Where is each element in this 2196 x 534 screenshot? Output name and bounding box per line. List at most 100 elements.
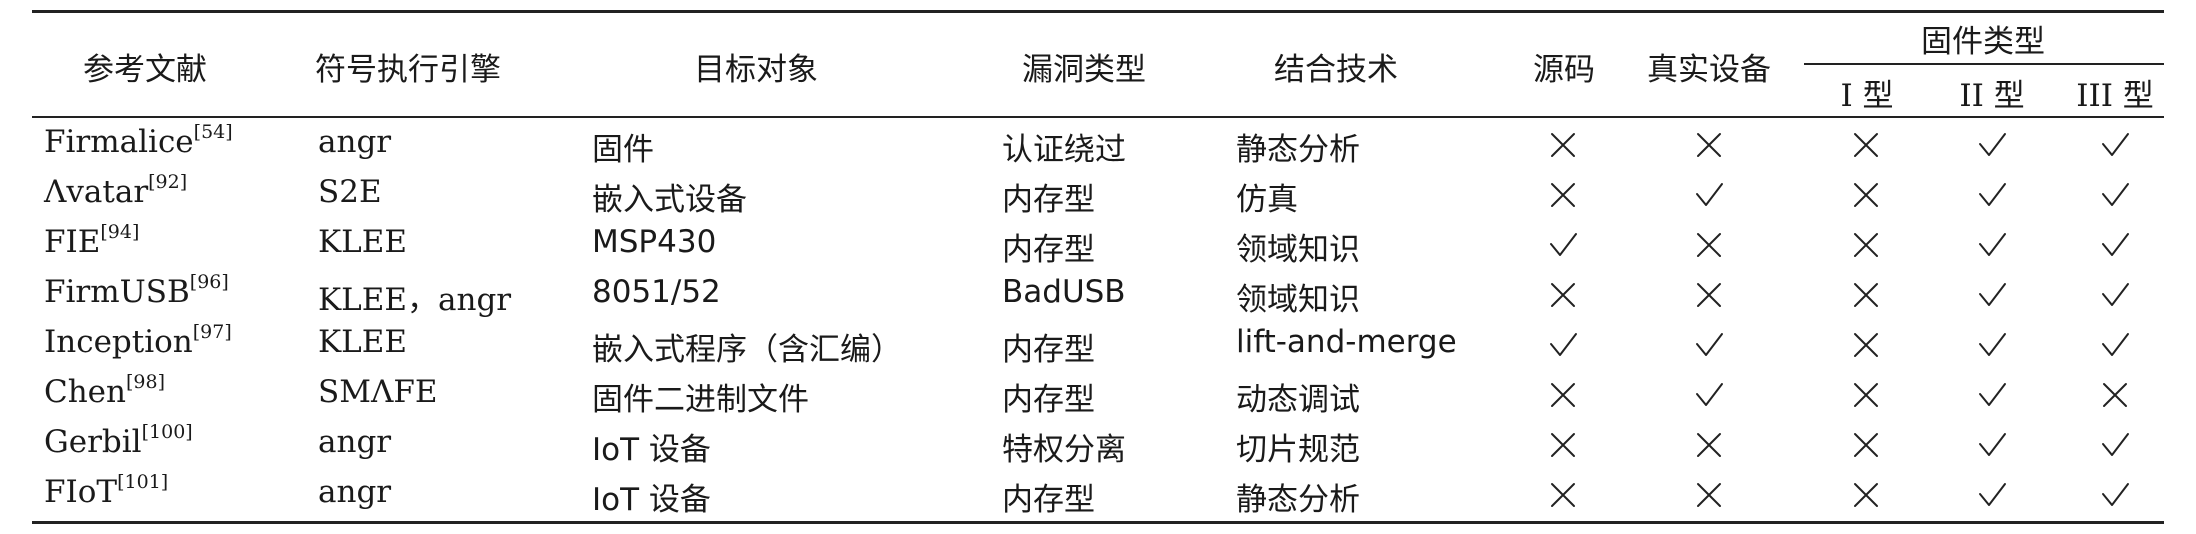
citation-number: [97] <box>192 321 232 343</box>
check-icon <box>1975 278 2009 312</box>
vuln-cell: BadUSB <box>1002 274 1126 310</box>
vuln-cell: 内存型 <box>1002 232 1095 268</box>
fw-type-underline <box>1804 63 2164 65</box>
reference-cell: FIoT[101] <box>44 471 169 511</box>
target-cell: IoT 设备 <box>592 482 711 518</box>
check-icon <box>2098 328 2132 362</box>
header-fw-type: 固件类型 <box>1921 24 2045 60</box>
reference-cell: FirmUSB[96] <box>44 271 229 311</box>
check-icon <box>2098 278 2132 312</box>
tech-cell: 动态调试 <box>1236 382 1360 418</box>
target-cell: 8051/52 <box>592 274 721 310</box>
engine-cell: angr <box>318 424 392 460</box>
tech-cell: 静态分析 <box>1236 132 1360 168</box>
header-type3: III 型 <box>2076 78 2154 114</box>
check-icon <box>2098 178 2132 212</box>
vuln-cell: 内存型 <box>1002 332 1095 368</box>
check-icon <box>1692 378 1726 412</box>
reference-cell: Inception[97] <box>44 321 232 361</box>
cross-icon <box>1849 278 1883 312</box>
reference-cell: Chen[98] <box>44 371 166 411</box>
tech-cell: 领域知识 <box>1236 232 1360 268</box>
citation-number: [100] <box>141 421 193 443</box>
target-cell: 固件二进制文件 <box>592 382 809 418</box>
target-cell: IoT 设备 <box>592 432 711 468</box>
reference-cell: Firmalice[54] <box>44 121 233 161</box>
header-tech: 结合技术 <box>1274 52 1398 88</box>
engine-cell: KLEE <box>318 224 408 260</box>
cross-icon <box>1849 328 1883 362</box>
tech-cell: 仿真 <box>1236 182 1298 218</box>
citation-number: [94] <box>100 221 140 243</box>
check-icon <box>2098 128 2132 162</box>
check-icon <box>1975 378 2009 412</box>
reference-name: FirmUSB <box>44 274 190 310</box>
cross-icon <box>1546 128 1580 162</box>
header-ref: 参考文献 <box>83 52 207 88</box>
citation-number: [92] <box>148 171 188 193</box>
reference-cell: Gerbil[100] <box>44 421 193 461</box>
tech-cell: 切片规范 <box>1236 432 1360 468</box>
engine-cell: angr <box>318 124 392 160</box>
cross-icon <box>1849 228 1883 262</box>
vuln-cell: 认证绕过 <box>1002 132 1126 168</box>
engine-cell: angr <box>318 474 392 510</box>
cross-icon <box>1692 278 1726 312</box>
check-icon <box>1692 328 1726 362</box>
check-icon <box>1975 478 2009 512</box>
cross-icon <box>1849 378 1883 412</box>
citation-number: [101] <box>117 471 169 493</box>
check-icon <box>1546 328 1580 362</box>
cross-icon <box>1692 428 1726 462</box>
header-vuln: 漏洞类型 <box>1022 52 1146 88</box>
engine-cell: S2E <box>318 174 382 210</box>
reference-name: Chen <box>44 374 126 410</box>
check-icon <box>2098 428 2132 462</box>
cross-icon <box>1546 428 1580 462</box>
header-rule <box>32 116 2164 118</box>
reference-name: FIoT <box>44 474 118 510</box>
cross-icon <box>1849 178 1883 212</box>
target-cell: 嵌入式程序（含汇编） <box>592 332 902 368</box>
cross-icon <box>1546 378 1580 412</box>
header-engine: 符号执行引擎 <box>315 52 501 88</box>
cross-icon <box>1849 428 1883 462</box>
citation-number: [96] <box>189 271 229 293</box>
reference-name: FIE <box>44 224 101 260</box>
tech-cell: 静态分析 <box>1236 482 1360 518</box>
check-icon <box>1975 228 2009 262</box>
check-icon <box>1975 428 2009 462</box>
reference-cell: FIE[94] <box>44 221 140 261</box>
engine-cell: SMΛFE <box>318 374 438 410</box>
target-cell: MSP430 <box>592 224 717 260</box>
bottom-rule <box>32 521 2164 524</box>
cross-icon <box>1849 128 1883 162</box>
check-icon <box>1692 178 1726 212</box>
target-cell: 固件 <box>592 132 654 168</box>
cross-icon <box>1692 128 1726 162</box>
header-source: 源码 <box>1533 52 1595 88</box>
cross-icon <box>1692 478 1726 512</box>
citation-number: [98] <box>126 371 166 393</box>
check-icon <box>2098 228 2132 262</box>
vuln-cell: 内存型 <box>1002 182 1095 218</box>
vuln-cell: 特权分离 <box>1002 432 1126 468</box>
reference-name: Firmalice <box>44 124 194 160</box>
citation-number: [54] <box>193 121 233 143</box>
header-type2: II 型 <box>1959 78 2025 114</box>
reference-name: Inception <box>44 324 193 360</box>
reference-name: Λvatar <box>44 174 149 210</box>
cross-icon <box>2098 378 2132 412</box>
vuln-cell: 内存型 <box>1002 382 1095 418</box>
cross-icon <box>1546 178 1580 212</box>
cross-icon <box>1692 228 1726 262</box>
header-target: 目标对象 <box>694 52 818 88</box>
check-icon <box>1546 228 1580 262</box>
tech-cell: lift-and-merge <box>1236 324 1457 360</box>
vuln-cell: 内存型 <box>1002 482 1095 518</box>
check-icon <box>1975 128 2009 162</box>
reference-name: Gerbil <box>44 424 142 460</box>
header-device: 真实设备 <box>1647 52 1771 88</box>
tech-cell: 领域知识 <box>1236 282 1360 318</box>
engine-cell: KLEE，angr <box>318 282 512 318</box>
